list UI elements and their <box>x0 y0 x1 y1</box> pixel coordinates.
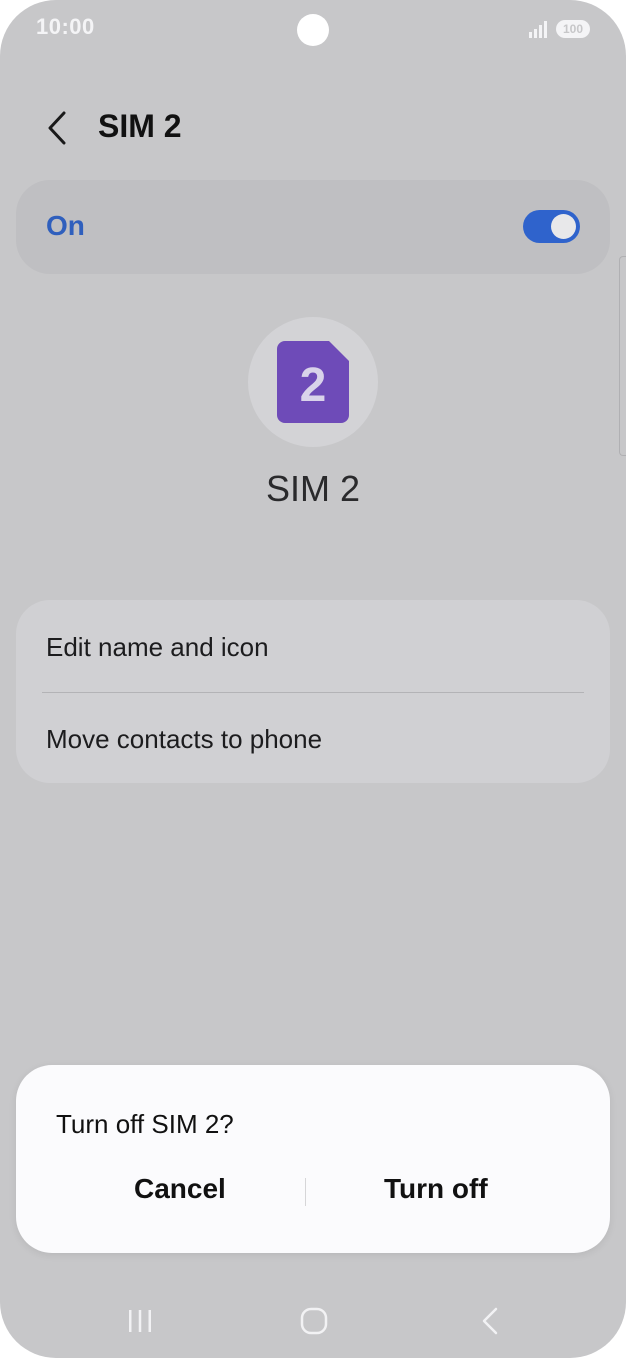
edit-name-icon-item[interactable]: Edit name and icon <box>46 632 269 663</box>
recents-icon[interactable] <box>123 1304 157 1338</box>
switch-label: On <box>46 210 85 241</box>
move-contacts-item[interactable]: Move contacts to phone <box>46 724 322 755</box>
scrollbar[interactable] <box>619 256 626 456</box>
status-bar: 10:00 100 <box>0 0 626 60</box>
options-card: Edit name and icon Move contacts to phon… <box>16 600 610 783</box>
chevron-left-icon[interactable] <box>38 108 78 148</box>
page-title: SIM 2 <box>98 108 182 144</box>
turn-off-dialog: Turn off SIM 2? Cancel Turn off <box>16 1065 610 1253</box>
sim-badge-number: 2 <box>300 359 327 412</box>
sim-name: SIM 2 <box>265 468 361 509</box>
button-divider <box>305 1178 306 1206</box>
toggle-knob <box>551 214 576 239</box>
dialog-title: Turn off SIM 2? <box>56 1109 234 1139</box>
divider <box>42 692 584 693</box>
sim-icon-container: 2 <box>248 317 378 447</box>
sim-toggle[interactable] <box>523 210 580 243</box>
nav-bar <box>0 1290 626 1350</box>
battery-icon: 100 <box>556 20 590 38</box>
status-time: 10:00 <box>36 14 95 39</box>
battery-level: 100 <box>562 22 584 36</box>
signal-icon <box>529 21 547 38</box>
turn-off-button[interactable]: Turn off <box>384 1173 488 1205</box>
back-icon[interactable] <box>474 1304 508 1338</box>
sim-card-icon: 2 <box>277 341 349 423</box>
app-header: SIM 2 <box>0 96 626 160</box>
camera-cutout <box>297 14 329 46</box>
cancel-button[interactable]: Cancel <box>134 1173 226 1205</box>
phone-screen: 10:00 100 SIM 2 On 2 SIM 2 Edit name and… <box>0 0 626 1358</box>
home-icon[interactable] <box>297 1304 331 1338</box>
sim-switch-card[interactable]: On <box>16 180 610 274</box>
